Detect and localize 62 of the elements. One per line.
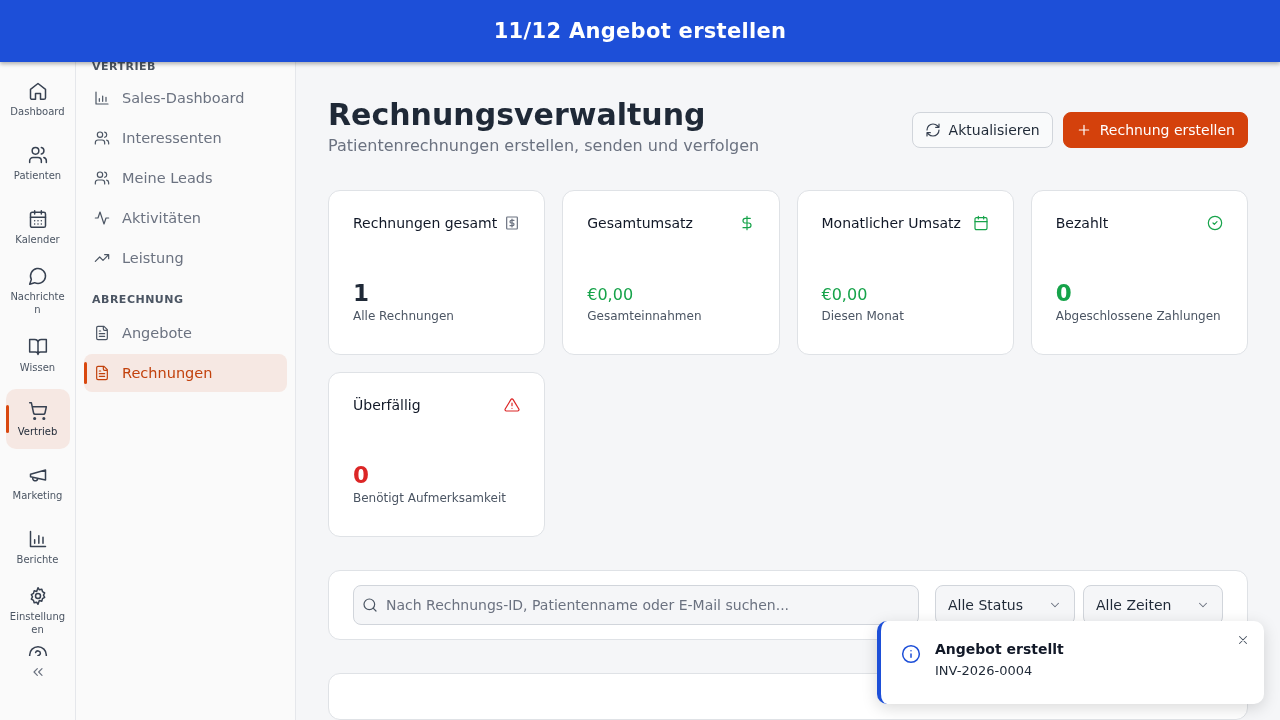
calendar-icon [27,208,48,229]
info-icon [901,644,921,664]
rail-item[interactable]: Dashboard [5,69,70,129]
create-invoice-button[interactable]: Rechnung erstellen [1062,112,1248,148]
book-icon [27,336,48,357]
stat-caption: Abgeschlossene Zahlungen [1055,309,1222,323]
rail-item[interactable]: Einstellungen [5,581,70,641]
activity-icon [94,210,110,226]
sidebar-item[interactable]: Meine Leads [84,159,287,197]
sidebar-item[interactable]: Leistung [84,239,287,277]
section-heading: ABRECHNUNG [91,292,185,308]
stat-title: Bezahlt [1055,215,1109,231]
sidebar-item[interactable]: Aktivitäten [84,199,287,237]
check-circle-icon [1207,215,1223,231]
rail-item[interactable]: Kalender [5,197,70,257]
banner-title: 11/12 Angebot erstellen [493,19,787,43]
rail-item[interactable]: Marketing [5,453,70,513]
rail-item[interactable]: Nachrichten [5,261,70,321]
page-subtitle: Patientenrechnungen erstellen, senden und verfolgen [328,136,760,155]
toast-title: Angebot erstellt [935,641,1065,657]
stat-title: Monatlicher Umsatz [821,215,961,231]
bar-chart-icon [27,528,48,549]
stat-title: Rechnungen gesamt [353,215,498,231]
stat-title: Überfällig [353,397,421,413]
cart-icon [27,400,48,421]
page-title: Rechnungsverwaltung [328,96,707,134]
close-icon [1236,633,1250,647]
stat-value: 0 [1055,279,1073,307]
users-icon [94,170,110,186]
search-field[interactable]: Nach Rechnungs-ID, Patientenname oder E-Mail suchen... [353,584,919,625]
stat-title: Gesamtumsatz [587,215,693,231]
section-heading: VERTRIEB [91,60,157,75]
users-icon [94,130,110,146]
bar-chart-icon [94,90,110,106]
rail-item[interactable]: Vertrieb [5,389,70,449]
stat-caption: Diesen Monat [821,309,905,323]
stat-caption: Gesamteinnahmen [587,309,703,323]
document-icon [94,325,110,341]
search-icon [362,596,378,613]
rail-item[interactable]: Wissen [5,325,70,385]
toast-message: INV-2026-0004 [935,663,1034,678]
stat-value: 0 [353,461,370,489]
stat-value: 1 [353,279,370,307]
stat-value: €0,00 [587,284,635,306]
calendar-icon [972,215,989,231]
dollar-document-icon [504,215,521,231]
sidebar-item[interactable]: Sales-Dashboard [84,79,287,117]
stat-caption: Alle Rechnungen [353,309,455,323]
sidebar-item[interactable]: Interessenten [84,119,287,157]
home-icon [27,80,48,101]
warning-icon [504,397,521,413]
rail-item[interactable]: Patienten [5,133,70,193]
rail-item[interactable]: Berichte [5,517,70,577]
refresh-icon [924,122,941,138]
users-icon [27,144,48,165]
chat-bubble-icon [27,266,48,286]
document-icon [94,365,110,381]
refresh-button[interactable]: Aktualisieren [911,112,1053,148]
stat-caption: Benötigt Aufmerksamkeit [353,491,507,505]
stat-value: €0,00 [821,284,869,306]
sidebar-item[interactable]: Angebote [84,314,287,352]
sidebar-item[interactable]: Rechnungen [84,354,287,392]
